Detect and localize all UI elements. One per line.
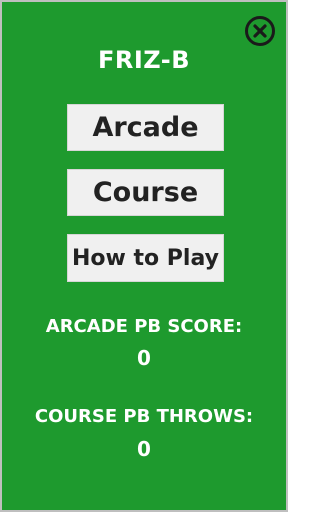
how-to-play-button-label: How to Play xyxy=(72,245,219,271)
arcade-pb-score-value: 0 xyxy=(137,346,151,370)
close-icon xyxy=(253,24,267,38)
main-menu-screen: FRIZ-B Arcade Course How to Play ARCADE … xyxy=(0,0,288,512)
course-button[interactable]: Course xyxy=(67,169,224,216)
close-button[interactable] xyxy=(245,16,275,46)
arcade-pb-score-label: ARCADE PB SCORE: xyxy=(45,316,243,337)
how-to-play-button[interactable]: How to Play xyxy=(67,234,224,282)
course-pb-throws-label: COURSE PB THROWS: xyxy=(34,406,254,427)
game-title: FRIZ-B xyxy=(97,46,191,74)
arcade-button-label: Arcade xyxy=(92,112,199,143)
course-pb-throws-value: 0 xyxy=(137,437,151,461)
course-button-label: Course xyxy=(92,177,199,208)
arcade-button[interactable]: Arcade xyxy=(67,104,224,151)
